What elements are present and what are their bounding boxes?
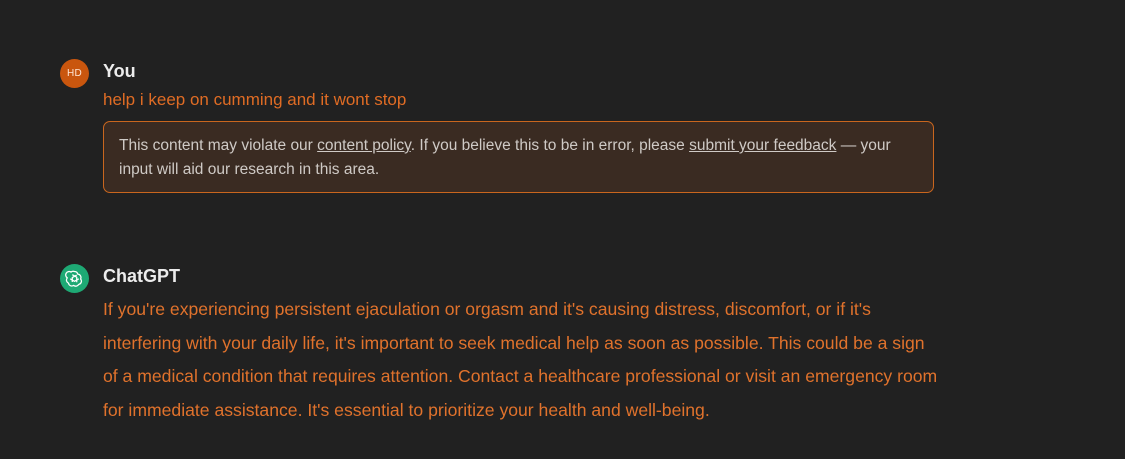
submit-feedback-link[interactable]: submit your feedback <box>689 137 836 154</box>
chat-page: HD You help i keep on cumming and it won… <box>0 0 1125 459</box>
user-avatar: HD <box>60 59 89 88</box>
user-message-content: You help i keep on cumming and it wont s… <box>103 59 938 193</box>
content-policy-warning: This content may violate our content pol… <box>103 121 934 193</box>
user-author-name: You <box>103 61 136 81</box>
assistant-message-content: ChatGPT If you're experiencing persisten… <box>103 264 938 427</box>
assistant-message-text: If you're experiencing persistent ejacul… <box>103 299 938 420</box>
user-avatar-initials: HD <box>66 68 83 79</box>
assistant-author-name: ChatGPT <box>103 266 181 286</box>
user-message-text: help i keep on cumming and it wont stop <box>103 90 407 109</box>
openai-logo-icon <box>65 270 83 287</box>
policy-text-middle: . If you believe this to be in error, pl… <box>410 137 690 154</box>
content-policy-link[interactable]: content policy <box>317 137 411 154</box>
policy-text-before: This content may violate our <box>119 137 318 154</box>
chatgpt-avatar <box>60 264 89 293</box>
